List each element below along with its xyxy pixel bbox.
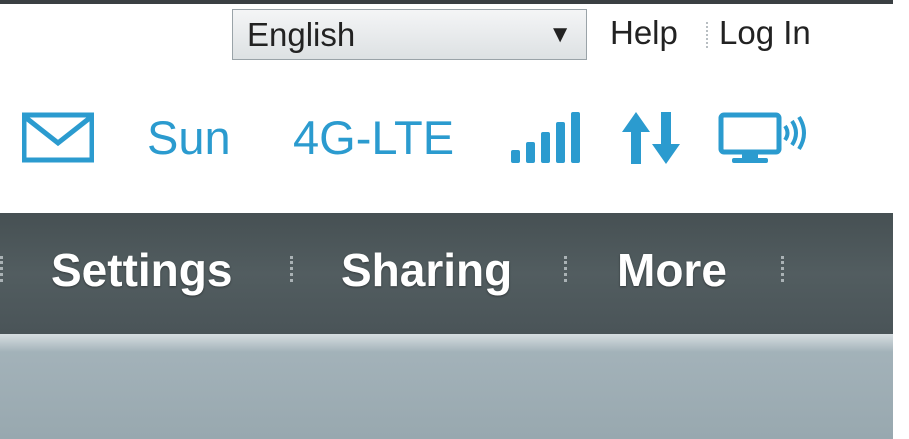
nav-item-more[interactable]: More bbox=[617, 243, 727, 297]
nav-divider bbox=[564, 256, 567, 282]
status-bar: Sun 4G-LTE bbox=[0, 88, 893, 188]
top-border bbox=[0, 0, 893, 4]
nav-item-sharing[interactable]: Sharing bbox=[341, 243, 512, 297]
page-edge bbox=[893, 0, 909, 439]
nav-divider bbox=[781, 256, 784, 282]
signal-icon bbox=[510, 110, 588, 171]
main-nav: Settings Sharing More bbox=[0, 213, 893, 334]
carrier-name: Sun bbox=[147, 111, 231, 164]
language-selected-value: English bbox=[247, 15, 356, 53]
mail-icon[interactable] bbox=[21, 112, 95, 169]
content-area bbox=[0, 334, 893, 439]
help-link[interactable]: Help bbox=[610, 14, 678, 52]
chevron-down-icon: ▼ bbox=[548, 21, 572, 48]
router-admin-page: English ▼ Help Log In Sun 4G-LTE Setting… bbox=[0, 0, 909, 439]
header-divider bbox=[706, 22, 708, 48]
network-type: 4G-LTE bbox=[293, 111, 455, 164]
login-link[interactable]: Log In bbox=[719, 14, 811, 52]
language-select[interactable]: English ▼ bbox=[232, 9, 587, 60]
data-transfer-icon bbox=[620, 110, 684, 171]
nav-divider bbox=[290, 256, 293, 282]
nav-item-settings[interactable]: Settings bbox=[51, 243, 232, 297]
nav-divider bbox=[0, 256, 3, 282]
content-shade bbox=[0, 334, 893, 352]
connected-device-icon bbox=[718, 112, 810, 171]
